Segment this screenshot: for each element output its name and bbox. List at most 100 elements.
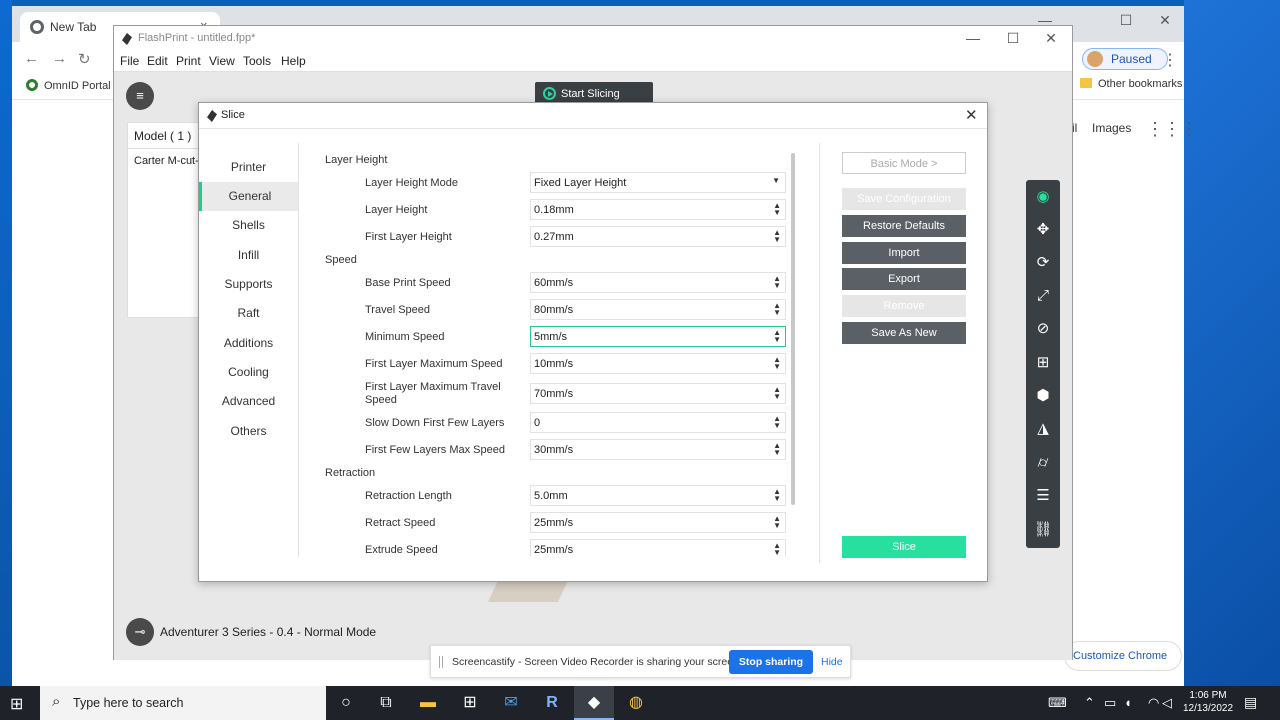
back-icon[interactable]: ← [24, 50, 39, 67]
retract-speed-field[interactable]: 25mm/s ▲ ▼ [530, 512, 786, 533]
slice-close-button[interactable]: ✕ [965, 106, 978, 124]
scale-icon[interactable]: ⤢ [1026, 281, 1060, 311]
notifications-icon[interactable]: ▤ [1244, 694, 1257, 711]
retraction-length-field[interactable]: 5.0mm ▲ ▼ [530, 485, 786, 506]
layer-height-field[interactable]: 0.18mm ▲ ▼ [530, 199, 786, 220]
nav-additions[interactable]: Additions [199, 329, 298, 358]
bookmark-omnid-portal[interactable]: OmnID Portal [26, 78, 111, 92]
file-explorer-icon[interactable]: ▬ [408, 686, 448, 720]
stop-sharing-button[interactable]: Stop sharing [729, 650, 813, 674]
first-layer-height-field[interactable]: 0.27mm ▲ ▼ [530, 226, 786, 247]
mail-icon[interactable]: ✉ [491, 686, 531, 720]
nav-advanced[interactable]: Advanced [199, 387, 298, 416]
keyboard-icon[interactable]: ⌨ [1048, 695, 1067, 711]
images-link[interactable]: Images [1092, 121, 1131, 135]
cylinder-icon[interactable]: ⌭ [1026, 448, 1060, 478]
rotate-icon[interactable]: ⟳ [1026, 248, 1060, 278]
fp-minimize-button[interactable]: — [958, 30, 988, 46]
taskbar-clock[interactable]: 1:06 PM 12/13/2022 [1180, 689, 1236, 715]
network-icon[interactable]: ◠ [1148, 695, 1159, 711]
nav-supports[interactable]: Supports [199, 270, 298, 299]
spinner-icon[interactable]: ▲ ▼ [773, 202, 781, 217]
view-eye-icon[interactable]: ◉ [1026, 182, 1060, 212]
export-button[interactable]: Export [842, 268, 966, 290]
move-icon[interactable]: ✥ [1026, 215, 1060, 245]
spinner-icon[interactable]: ▲ ▼ [773, 329, 781, 344]
battery-icon[interactable]: ▭ [1104, 695, 1116, 711]
nav-general[interactable]: General [199, 182, 298, 211]
nav-others[interactable]: Others [199, 417, 298, 446]
spinner-icon[interactable]: ▲ ▼ [773, 229, 781, 244]
store-icon[interactable]: ⊞ [450, 686, 490, 720]
nav-printer[interactable]: Printer [199, 153, 298, 182]
nav-cooling[interactable]: Cooling [199, 358, 298, 387]
travel-speed-field[interactable]: 80mm/s ▲ ▼ [530, 299, 786, 320]
drag-handle-icon[interactable] [439, 656, 443, 668]
other-bookmarks[interactable]: Other bookmarks [1080, 78, 1182, 90]
first-layer-max-travel-speed-field[interactable]: 70mm/s ▲ ▼ [530, 383, 786, 404]
menu-file[interactable]: File [120, 54, 139, 68]
save-configuration-button[interactable]: Save Configuration [842, 188, 966, 210]
basic-mode-button[interactable]: Basic Mode > [842, 152, 966, 174]
reload-icon[interactable]: ↻ [78, 50, 91, 68]
chrome-maximize-button[interactable]: ☐ [1111, 12, 1141, 29]
nav-shells[interactable]: Shells [199, 211, 298, 240]
fp-close-button[interactable]: ✕ [1036, 30, 1066, 47]
fp-maximize-button[interactable]: ☐ [998, 30, 1028, 47]
settings-sliders-icon[interactable]: ☰ [1026, 481, 1060, 511]
first-layer-max-speed-field[interactable]: 10mm/s ▲ ▼ [530, 353, 786, 374]
menu-help[interactable]: Help [281, 54, 306, 68]
restore-defaults-button[interactable]: Restore Defaults [842, 215, 966, 237]
cortana-icon[interactable]: ○ [326, 686, 366, 720]
base-print-speed-field[interactable]: 60mm/s ▲ ▼ [530, 272, 786, 293]
taskbar-search-box[interactable]: ⌕ Type here to search [40, 686, 326, 720]
slice-button[interactable]: Slice [842, 536, 966, 558]
spinner-icon[interactable]: ▲ ▼ [773, 386, 781, 401]
flashprint-taskbar-icon[interactable]: ◆ [574, 686, 614, 720]
remove-button[interactable]: Remove [842, 295, 966, 317]
menu-print[interactable]: Print [176, 54, 201, 68]
cut-icon[interactable]: ⊘ [1026, 314, 1060, 344]
chrome-taskbar-icon[interactable]: ◍ [616, 686, 656, 720]
menu-view[interactable]: View [209, 54, 235, 68]
supports-icon[interactable]: ⬢ [1026, 381, 1060, 411]
hide-button[interactable]: Hide [821, 656, 843, 668]
microphone-icon[interactable]: ◖ [1124, 695, 1132, 710]
spinner-icon[interactable]: ▲ ▼ [773, 275, 781, 290]
nav-infill[interactable]: Infill [199, 241, 298, 270]
spinner-icon[interactable]: ▲ ▼ [773, 442, 781, 457]
model-list-item[interactable]: Carter M-cut- [134, 155, 204, 167]
document-icon[interactable]: ≡ [126, 82, 154, 110]
settings-scrollbar[interactable] [791, 153, 795, 505]
spinner-icon[interactable]: ▲ ▼ [773, 488, 781, 503]
add-model-icon[interactable]: ⊞ [1026, 348, 1060, 378]
profile-paused-button[interactable]: Paused [1082, 48, 1168, 70]
slow-down-first-layers-field[interactable]: 0 ▲ ▼ [530, 412, 786, 433]
import-button[interactable]: Import [842, 242, 966, 264]
forward-icon[interactable]: → [52, 50, 67, 67]
spinner-icon[interactable]: ▲ ▼ [773, 356, 781, 371]
save-as-new-button[interactable]: Save As New [842, 322, 966, 344]
printer-connect-icon[interactable]: ⊸ [126, 618, 154, 646]
customize-chrome-button[interactable]: Customize Chrome [1064, 641, 1182, 671]
google-apps-icon[interactable]: ⋮⋮⋮ [1146, 119, 1198, 140]
spinner-icon[interactable]: ▲ ▼ [773, 542, 781, 557]
spinner-icon[interactable]: ▲ ▼ [773, 515, 781, 530]
link-icon[interactable]: ⛓ [1026, 515, 1060, 545]
show-hidden-icon[interactable]: ⌃ [1084, 695, 1095, 711]
first-few-layers-max-speed-field[interactable]: 30mm/s ▲ ▼ [530, 439, 786, 460]
extrude-speed-field[interactable]: 25mm/s ▲ ▼ [530, 539, 786, 557]
windows-start-icon[interactable]: ⊞ [10, 694, 23, 714]
layer-height-mode-select[interactable]: Fixed Layer Height ▼ [530, 172, 786, 193]
task-view-icon[interactable]: ⧉ [366, 686, 406, 720]
spinner-icon[interactable]: ▲ ▼ [773, 302, 781, 317]
chrome-close-button[interactable]: ✕ [1150, 12, 1180, 29]
volume-muted-icon[interactable]: ◁ [1162, 695, 1172, 711]
revit-icon[interactable]: R [532, 686, 572, 720]
menu-tools[interactable]: Tools [243, 54, 271, 68]
menu-edit[interactable]: Edit [147, 54, 168, 68]
chrome-menu-icon[interactable]: ⋮ [1162, 50, 1178, 70]
minimum-speed-field[interactable]: 5mm/s ▲ ▼ [530, 326, 786, 347]
lay-flat-icon[interactable]: ◮ [1026, 414, 1060, 444]
spinner-icon[interactable]: ▲ ▼ [773, 415, 781, 430]
